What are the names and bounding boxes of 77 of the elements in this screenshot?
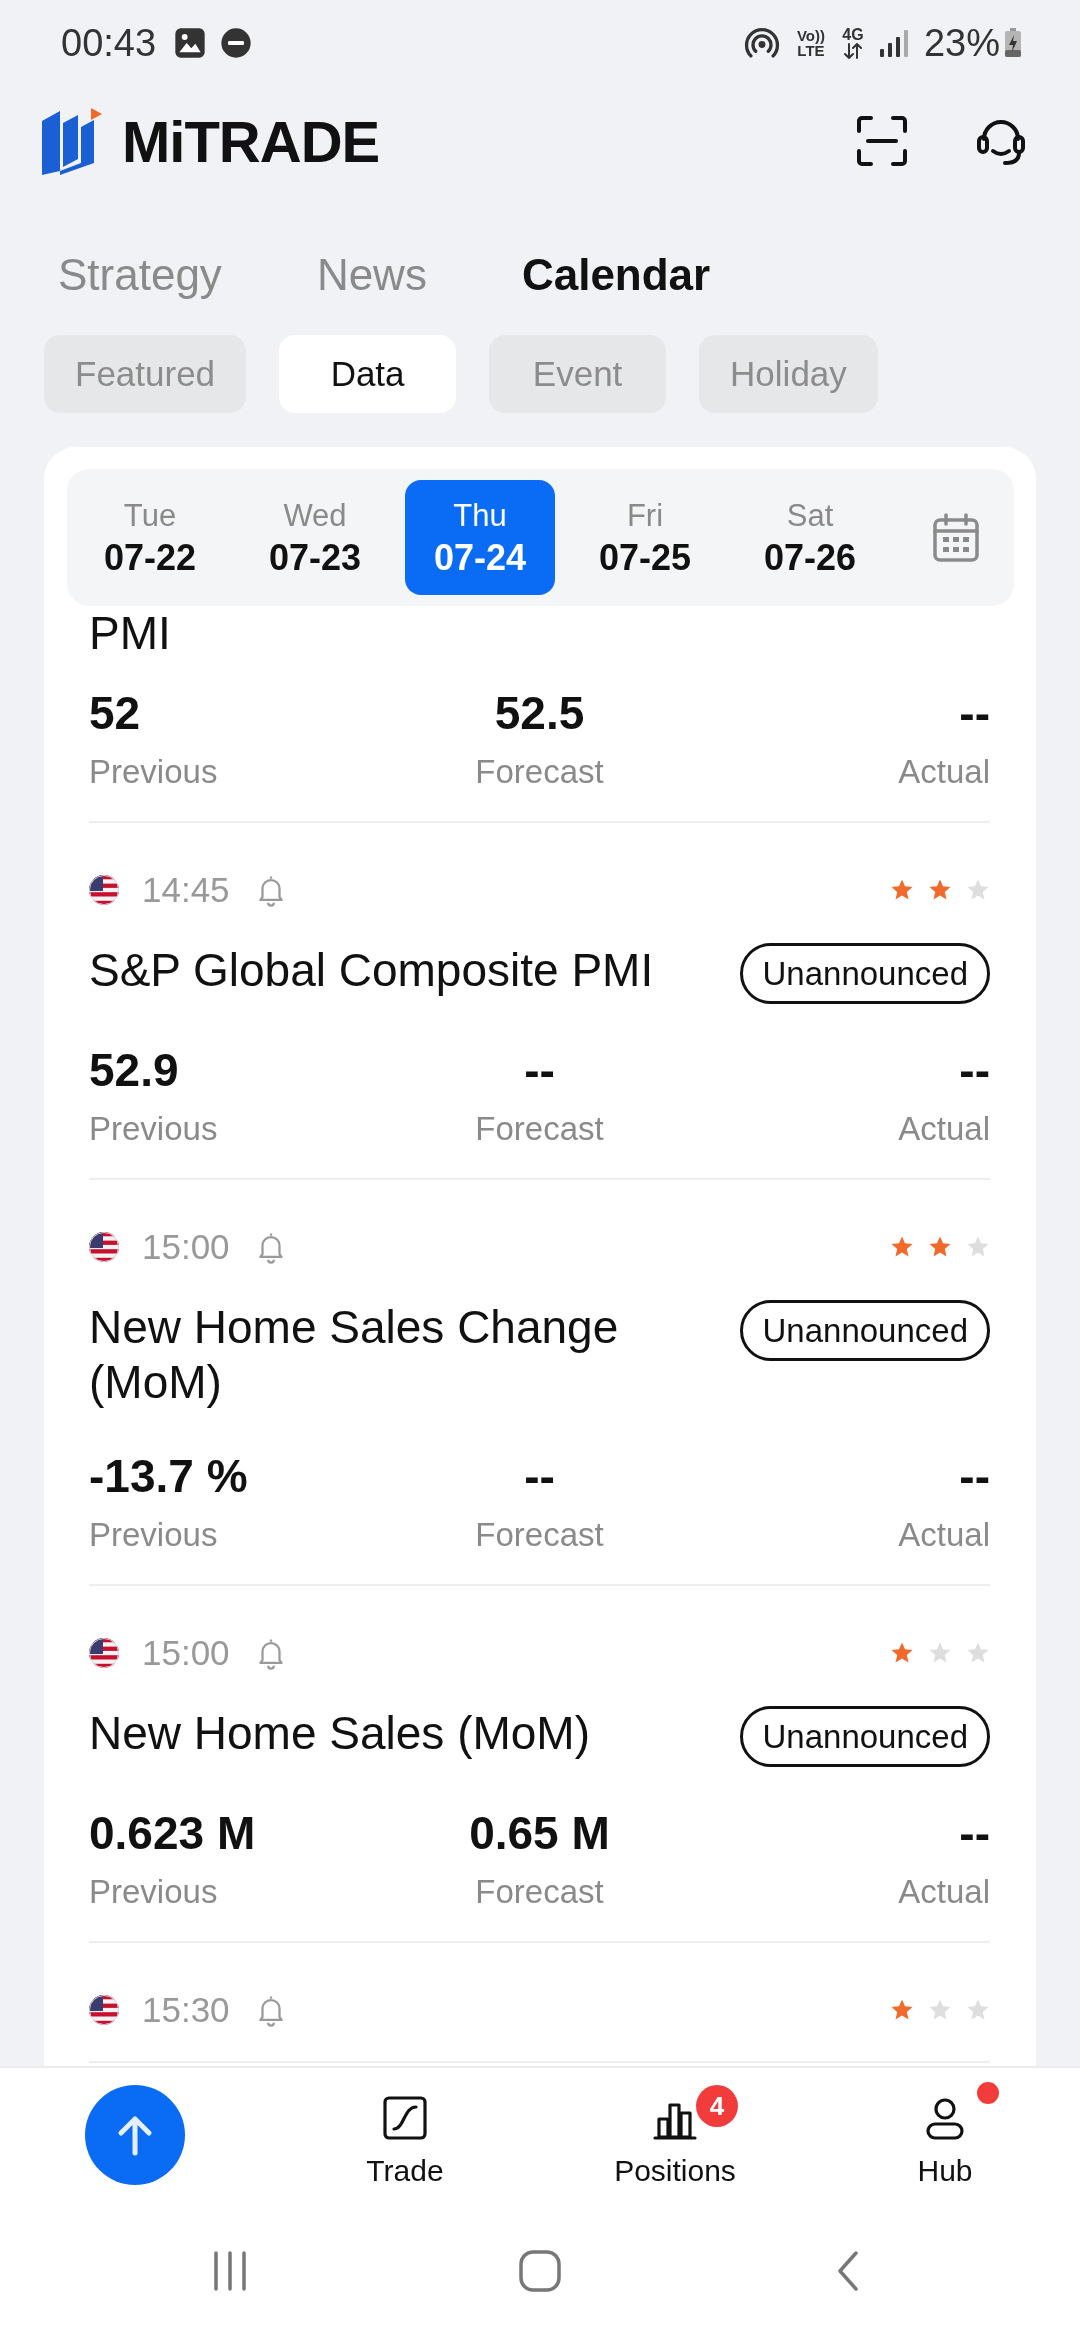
star-icon [966, 1641, 990, 1665]
clock-time: 00:43 [61, 21, 157, 65]
value-label: Forecast [475, 1109, 604, 1149]
value-text: 0.65 M [469, 1806, 610, 1860]
chart-curve-icon [382, 2095, 428, 2141]
star-icon [928, 1641, 952, 1665]
event-title: PMI [89, 606, 172, 661]
value-text: -13.7 % [89, 1449, 248, 1503]
date-tab[interactable]: Tue 07-22 [75, 480, 225, 595]
value-label: Actual [898, 1872, 990, 1912]
event-title: New Home Sales (MoM) [89, 1706, 591, 1761]
volte-indicator: Vo)) LTE [795, 28, 826, 58]
value-text: 0.623 M [89, 1806, 256, 1860]
date-tab[interactable]: Sat 07-26 [735, 480, 885, 595]
count-badge: 4 [696, 2085, 738, 2127]
logo-icon [42, 107, 102, 175]
minus-circle-icon [220, 27, 253, 59]
star-icon [890, 878, 914, 902]
nav-tab[interactable]: Trade [366, 2095, 444, 2189]
date-tab[interactable]: Thu 07-24 [405, 480, 555, 595]
value-label: Previous [89, 1109, 218, 1149]
scan-icon[interactable] [856, 115, 908, 167]
event-time: 15:00 [142, 1227, 230, 1267]
value-text: 52.5 [494, 686, 585, 740]
flag-icon [89, 1638, 119, 1668]
logo-wordmark: MiTRADE [122, 107, 380, 175]
star-icon [966, 1998, 990, 2022]
value-text: -- [524, 1043, 555, 1097]
value-label: Previous [89, 752, 218, 792]
event-time: 14:45 [142, 870, 230, 910]
signal-icon [877, 28, 908, 58]
value-text: -- [959, 1449, 990, 1503]
value-text: -- [959, 686, 990, 740]
value-label: Previous [89, 1872, 218, 1912]
star-icon [966, 1235, 990, 1259]
value-text: 52.9 [89, 1043, 179, 1097]
flag-icon [89, 1995, 119, 2025]
home-icon[interactable] [518, 2249, 562, 2293]
value-label: Actual [898, 1109, 990, 1149]
value-label: Previous [89, 1515, 218, 1555]
star-icon [966, 878, 990, 902]
data-arrows-icon [841, 43, 864, 59]
value-text: -- [959, 1806, 990, 1860]
flag-icon [89, 1232, 119, 1262]
star-icon [890, 1641, 914, 1665]
section-tab[interactable]: Calendar [521, 250, 711, 300]
value-text: -- [959, 1043, 990, 1097]
image-icon [174, 27, 207, 59]
event-time: 15:00 [142, 1633, 230, 1673]
hotspot-icon [743, 25, 780, 61]
event-title: New Home Sales Change (MoM) [89, 1300, 620, 1410]
battery-icon [1004, 28, 1022, 58]
star-icon [928, 878, 952, 902]
value-label: Forecast [475, 1872, 604, 1912]
status-badge: Unannounced [740, 1706, 990, 1767]
calendar-icon[interactable] [932, 512, 980, 563]
date-tab[interactable]: Fri 07-25 [570, 480, 720, 595]
nav-tab[interactable]: Hub [917, 2095, 973, 2189]
event-time: 15:30 [142, 1990, 230, 2030]
battery-percent: 23% [923, 21, 1000, 65]
star-icon [928, 1998, 952, 2022]
filter-tab[interactable]: Data [279, 335, 457, 413]
date-tab[interactable]: Wed 07-23 [240, 480, 390, 595]
value-label: Forecast [475, 1515, 604, 1555]
value-text: -- [524, 1449, 555, 1503]
flag-icon [89, 875, 119, 905]
value-label: Forecast [475, 752, 604, 792]
event-title: S&P Global Composite PMI [89, 943, 655, 998]
status-badge: Unannounced [740, 1300, 990, 1361]
value-text: 52 [89, 686, 141, 740]
value-label: Actual [898, 1515, 990, 1555]
value-label: Actual [898, 752, 990, 792]
network-type: 4G [842, 27, 864, 43]
star-icon [928, 1235, 952, 1259]
star-icon [890, 1235, 914, 1259]
status-badge: Unannounced [740, 943, 990, 1004]
star-icon [890, 1998, 914, 2022]
